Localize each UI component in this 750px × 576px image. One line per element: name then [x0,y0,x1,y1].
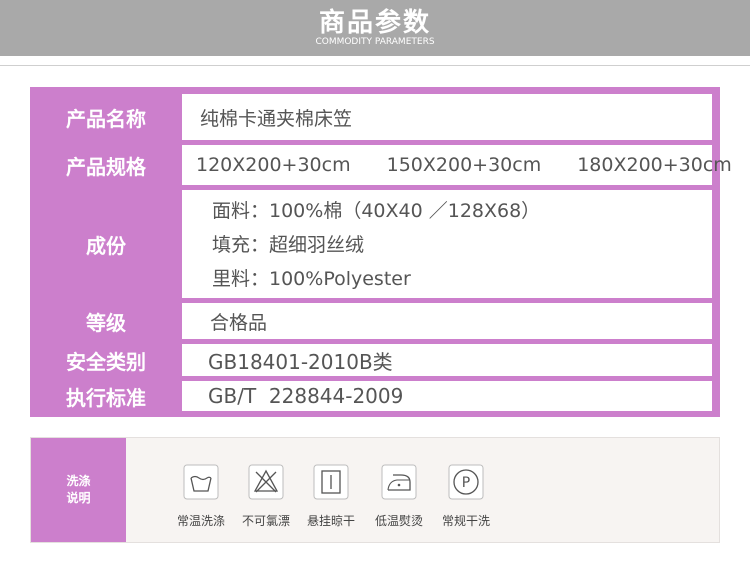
dry-clean-p-icon: P [448,464,484,500]
low-iron-icon [381,464,417,500]
spec-size-2: 150X200+30cm [386,154,542,176]
value-standard: GB/T 228844-2009 [182,381,712,411]
care-label-line-1: 洗涤 [66,474,91,488]
row-composition: 成份 面料：100%棉（40X40 ／128X68） 填充：超细羽丝绒 里料：1… [30,190,720,298]
row-product-name: 产品名称 纯棉卡通夹棉床笠 [30,94,720,140]
composition-filling: 填充：超细羽丝绒 [212,234,365,256]
label-grade: 等级 [86,310,126,335]
label-standard: 执行标准 [66,385,146,410]
value-safety: GB18401-2010B类 [182,344,712,376]
spec-size-1: 120X200+30cm [196,154,351,176]
divider [0,65,750,66]
row-product-spec: 产品规格 120X200+30cm 150X200+30cm 180X200+3… [30,145,732,185]
care-label: 洗涤 说明 [31,438,126,542]
composition-fabric: 面料：100%棉（40X40 ／128X68） [212,200,541,222]
composition-lining: 里料：100%Polyester [212,268,411,290]
label-safety: 安全类别 [66,349,146,374]
care-item-dry-clean: P 常规干洗 [431,438,501,542]
hang-dry-icon [313,464,349,500]
care-item-low-iron: 低温熨烫 [364,438,434,542]
no-bleach-icon [248,464,284,500]
page-title: 商品参数 [318,8,431,38]
label-product-name: 产品名称 [66,106,146,131]
label-product-spec: 产品规格 [66,154,146,179]
page-subtitle: COMMODITY PARAMETERS [315,37,435,47]
label-composition: 成份 [86,233,126,258]
care-label-line-2: 说明 [66,491,91,505]
parameter-table: 产品名称 纯棉卡通夹棉床笠 产品规格 120X200+30cm 150X200+… [30,87,732,417]
row-safety: 安全类别 GB18401-2010B类 [30,344,720,376]
value-product-spec: 120X200+30cm 150X200+30cm 180X200+30cm [182,145,732,185]
spec-size-3: 180X200+30cm [577,154,732,176]
svg-text:P: P [462,475,470,491]
care-item-hang-dry: 悬挂晾干 [296,438,366,542]
care-instructions-panel: 洗涤 说明 常温洗涤 不可氯漂 悬挂晾干 低温熨烫 P 常规干洗 [30,437,720,543]
header-banner: 商品参数 COMMODITY PARAMETERS [0,0,750,56]
value-grade: 合格品 [182,303,712,339]
care-text-dry-clean: 常规干洗 [441,514,490,528]
wash-tub-icon [183,464,219,500]
value-product-name: 纯棉卡通夹棉床笠 [182,94,712,140]
row-grade: 等级 合格品 [30,303,720,339]
value-composition: 面料：100%棉（40X40 ／128X68） 填充：超细羽丝绒 里料：100%… [182,190,712,298]
row-standard: 执行标准 GB/T 228844-2009 [30,381,720,411]
